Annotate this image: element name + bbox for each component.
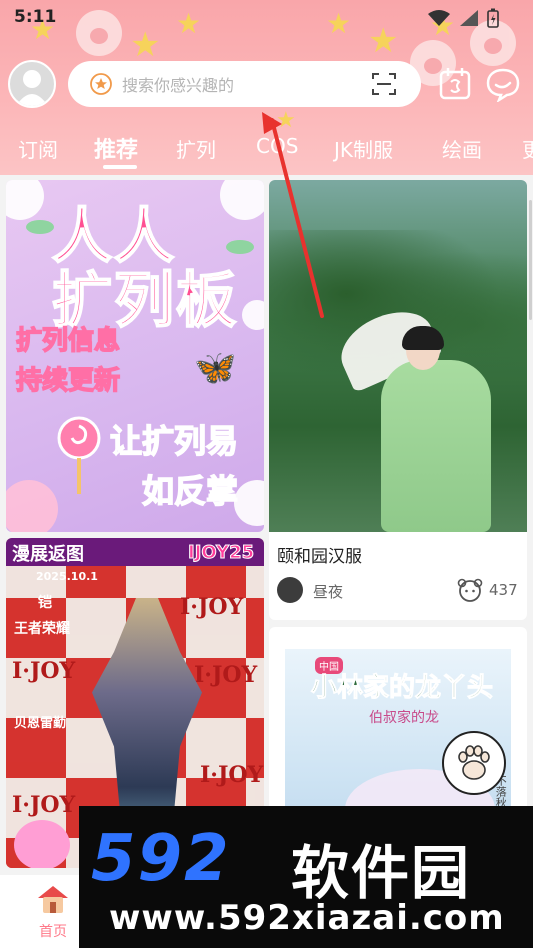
site-watermark: 592 软件园 www.592xiazai.com (79, 806, 533, 948)
nav-home-label: 首页 (39, 924, 67, 940)
home-icon (38, 886, 68, 913)
watermark-url: www.592xiazai.com (109, 898, 505, 938)
nav-home[interactable]: 首页 (28, 883, 78, 943)
watermark-number: 592 (91, 822, 231, 896)
